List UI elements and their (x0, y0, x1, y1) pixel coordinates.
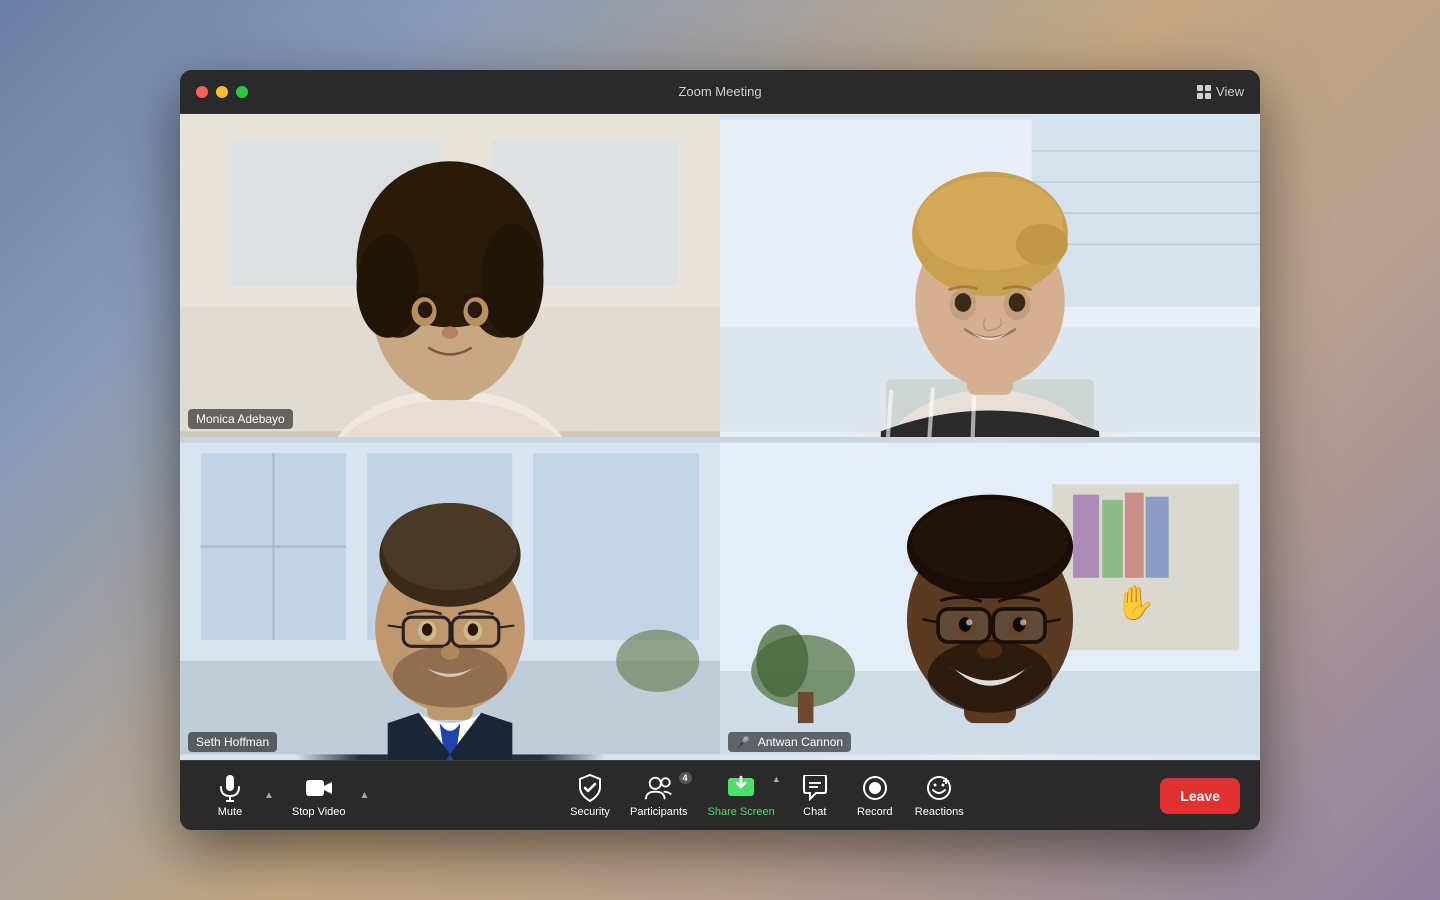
name-label-monica: Monica Adebayo (188, 409, 293, 429)
reactions-label: Reactions (915, 806, 964, 818)
minimize-button[interactable] (216, 86, 228, 98)
record-button[interactable]: Record (845, 770, 905, 822)
mute-group: Mute ▲ (200, 770, 278, 822)
participant-tile-antwan: ✋ 🎤 Antwan Cannon (720, 437, 1260, 760)
participant-name-antwan: Antwan Cannon (758, 735, 843, 749)
toolbar-center: Security 4 Participants (373, 770, 1160, 822)
participant-video-second (720, 114, 1260, 437)
share-screen-icon (727, 774, 755, 802)
window-title: Zoom Meeting (678, 84, 761, 99)
record-label: Record (857, 806, 892, 818)
participants-label: Participants (630, 806, 687, 818)
participant-tile-seth: Seth Hoffman (180, 437, 720, 760)
participants-icon (645, 774, 673, 802)
view-button[interactable]: View (1197, 84, 1244, 99)
leave-button[interactable]: Leave (1160, 778, 1240, 814)
toolbar-left: Mute ▲ Stop Video ▲ (200, 770, 373, 822)
participant-tile-second (720, 114, 1260, 437)
share-screen-label: Share Screen (708, 806, 775, 818)
name-label-seth: Seth Hoffman (188, 732, 277, 752)
chat-icon (801, 774, 829, 802)
titlebar: Zoom Meeting View (180, 70, 1260, 114)
video-chevron[interactable]: ▲ (356, 776, 374, 816)
camera-icon (305, 774, 333, 802)
security-icon (576, 774, 604, 802)
participants-count-badge: 4 (679, 772, 692, 784)
traffic-lights (196, 86, 248, 98)
muted-icon-antwan: 🎤 (736, 736, 750, 749)
participant-name-monica: Monica Adebayo (196, 412, 285, 426)
participant-tile-monica: Monica Adebayo (180, 114, 720, 437)
stop-video-label: Stop Video (292, 806, 346, 818)
record-icon (861, 774, 889, 802)
microphone-icon (216, 774, 244, 802)
stop-video-button[interactable]: Stop Video (282, 770, 356, 822)
chevron-up-icon-2: ▲ (360, 790, 370, 801)
reactions-icon (925, 774, 953, 802)
maximize-button[interactable] (236, 86, 248, 98)
security-button[interactable]: Security (560, 770, 620, 822)
participant-video-monica (180, 114, 720, 437)
zoom-window: Zoom Meeting View (180, 70, 1260, 830)
name-label-antwan: 🎤 Antwan Cannon (728, 732, 851, 752)
participant-video-seth (180, 437, 720, 760)
svg-text:✋: ✋ (1115, 583, 1156, 622)
view-label: View (1216, 84, 1244, 99)
toolbar-right: Leave (1160, 778, 1240, 814)
share-screen-button[interactable]: Share Screen ▲ (698, 770, 785, 822)
participant-video-antwan: ✋ (720, 437, 1260, 760)
chevron-up-icon: ▲ (264, 790, 274, 801)
share-screen-chevron[interactable]: ▲ (772, 774, 781, 784)
toolbar: Mute ▲ Stop Video ▲ (180, 760, 1260, 830)
chat-button[interactable]: Chat (785, 770, 845, 822)
mute-label: Mute (218, 806, 242, 818)
close-button[interactable] (196, 86, 208, 98)
security-label: Security (570, 806, 610, 818)
participant-name-seth: Seth Hoffman (196, 735, 269, 749)
reactions-button[interactable]: Reactions (905, 770, 974, 822)
mute-button[interactable]: Mute (200, 770, 260, 822)
grid-icon (1197, 85, 1211, 99)
video-group: Stop Video ▲ (282, 770, 374, 822)
mute-chevron[interactable]: ▲ (260, 776, 278, 816)
participants-button[interactable]: 4 Participants (620, 770, 697, 822)
video-grid: Monica Adebayo (180, 114, 1260, 760)
chat-label: Chat (803, 806, 826, 818)
